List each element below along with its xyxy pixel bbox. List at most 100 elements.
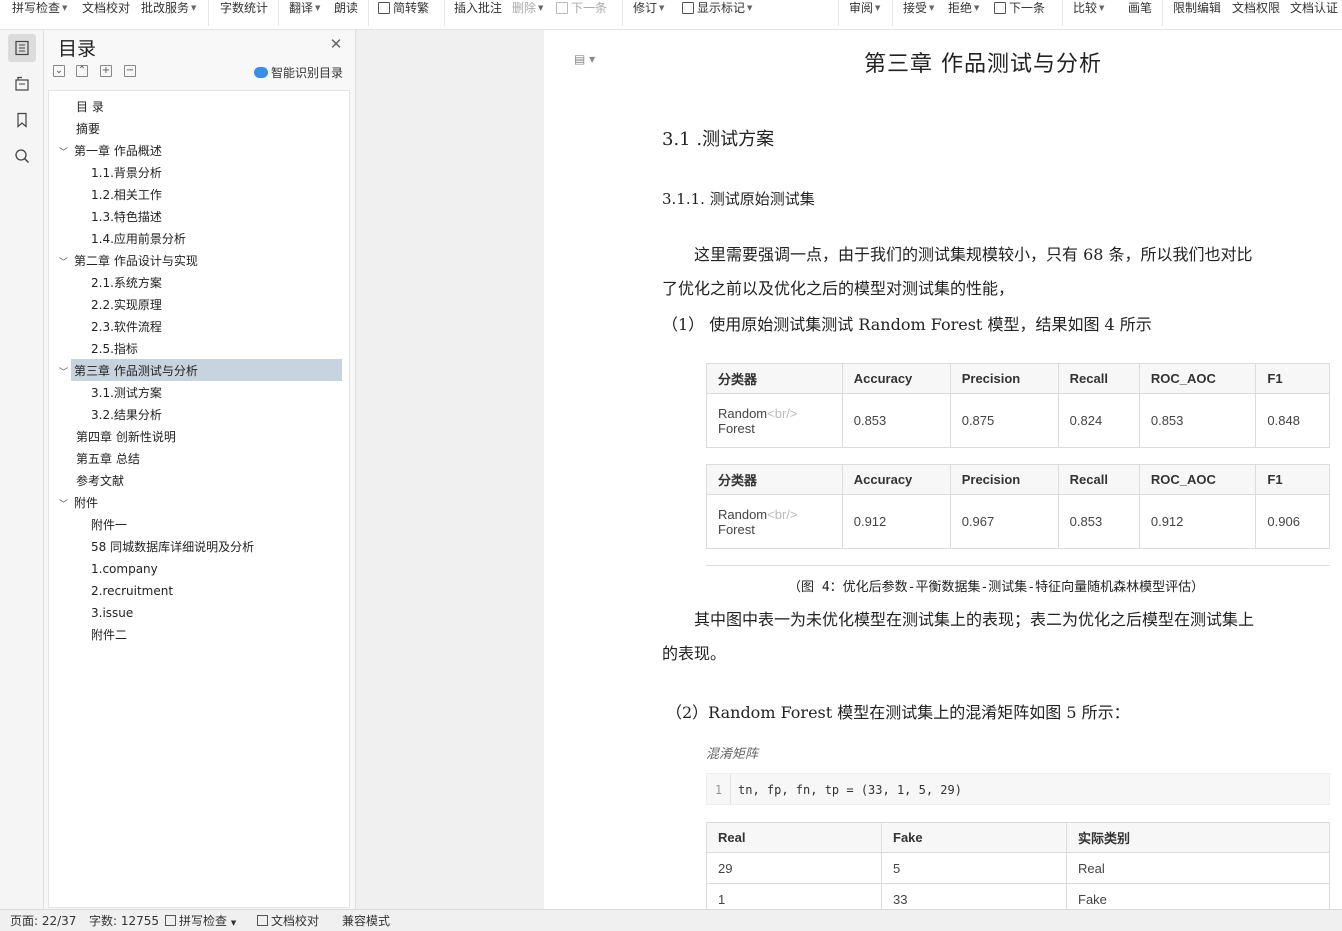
list-item: （1） 使用原始测试集测试 Random Forest 模型，结果如图 4 所示 (662, 315, 1152, 334)
next-change-button[interactable]: 下一条 (994, 0, 1045, 16)
toc-item-label: 1.3.特色描述 (91, 210, 162, 224)
toc-item[interactable]: 第四章 创新性说明 (76, 426, 176, 448)
paragraph-line: 了优化之前以及优化之后的模型对测试集的性能， (662, 279, 1015, 298)
figure-caption: （图 4：优化后参数-平衡数据集-测试集-特征向量随机森林模型评估） (788, 580, 1205, 595)
code-block[interactable]: 1 tn, fp, fn, tp = (33, 1, 5, 29) (706, 773, 1330, 805)
table-header: Accuracy (841, 464, 951, 495)
toc-item[interactable]: 58 同城数据库详细说明及分析 (91, 536, 254, 558)
toc-item[interactable]: 参考文献 (76, 470, 124, 492)
toc-item[interactable]: ﹀ 第一章 作品概述 (59, 140, 162, 162)
page-options-icon[interactable]: ▤ ▾ (574, 52, 595, 66)
show-markup-button[interactable]: 显示标记 ▼ (682, 0, 752, 16)
toc-item[interactable]: 1.company (91, 558, 158, 580)
document-certification-button[interactable]: 文档认证 (1290, 0, 1338, 16)
next-comment-button[interactable]: 下一条 (556, 0, 607, 16)
compare-button[interactable]: 比较 ▼ (1073, 0, 1104, 16)
toc-item[interactable]: 1.3.特色描述 (91, 206, 162, 228)
toc-item[interactable]: 2.recruitment (91, 580, 173, 602)
toc-item[interactable]: 附件一 (91, 514, 127, 536)
simplified-to-traditional-button[interactable]: 简转繁 (378, 0, 429, 16)
insert-comment-button[interactable]: 插入批注 (454, 0, 502, 16)
status-spell-check[interactable]: 拼写检查 ▼ (165, 913, 236, 931)
toc-item[interactable]: 第五章 总结 (76, 448, 140, 470)
toc-item[interactable]: 2.2.实现原理 (91, 294, 162, 316)
table-header: F1 (1255, 363, 1330, 394)
close-icon[interactable]: ✕ (329, 37, 343, 52)
table-header: Precision (949, 464, 1059, 495)
table-cell: 5 (881, 852, 1067, 884)
chevron-down-icon[interactable]: ﹀ (59, 252, 69, 274)
chevron-down-icon[interactable]: ﹀ (59, 362, 69, 384)
read-aloud-button[interactable]: 朗读 (334, 0, 358, 16)
table-header: Recall (1057, 363, 1140, 394)
toc-item[interactable]: 摘要 (76, 118, 100, 140)
word-count-button[interactable]: 字数统计 (220, 0, 268, 16)
toc-item[interactable]: ﹀ 第二章 作品设计与实现 (59, 250, 198, 272)
restrict-editing-button[interactable]: 限制编辑 (1173, 0, 1221, 16)
reject-button[interactable]: 拒绝 ▼ (948, 0, 979, 16)
toc-item[interactable]: 附件二 (91, 624, 127, 646)
document-proofread-button[interactable]: 文档校对 (82, 0, 130, 16)
toc-item[interactable]: 3.2.结果分析 (91, 404, 162, 426)
review-button[interactable]: 审阅 ▼ (849, 0, 880, 16)
toc-item[interactable]: 3.issue (91, 602, 133, 624)
document-permission-button[interactable]: 文档权限 (1232, 0, 1280, 16)
table-cell: 0.967 (949, 494, 1059, 549)
toc-item[interactable]: 3.1.测试方案 (91, 382, 162, 404)
pen-button[interactable]: 画笔 (1128, 0, 1152, 16)
accept-button[interactable]: 接受 ▼ (903, 0, 934, 16)
navigation-icon[interactable] (8, 70, 36, 98)
toc-item[interactable]: 2.3.软件流程 (91, 316, 162, 338)
correction-service-button[interactable]: 批改服务 ▼ (141, 0, 196, 16)
toc-item[interactable]: 2.5.指标 (91, 338, 138, 360)
review-toolbar: 拼写检查 ▼ 文档校对 批改服务 ▼ 字数统计 翻译 ▼ 朗读 简转繁 插入批注 删除… (0, 0, 1342, 30)
chevron-down-icon[interactable]: ﹀ (59, 142, 69, 164)
table-cell: 0.848 (1255, 393, 1330, 448)
smart-toc-button[interactable]: 智能识别目录 (254, 64, 343, 81)
toc-item[interactable]: ﹀ 第三章 作品测试与分析 (59, 360, 198, 382)
toc-panel: 目录 ✕ ⌄ ⌃ + − 智能识别目录 目 录摘要 ﹀ 第一章 作品概述 1.1.背景… (44, 30, 356, 909)
translate-button[interactable]: 翻译 ▼ (289, 0, 320, 16)
search-icon[interactable] (8, 142, 36, 170)
toc-item-label: 第五章 总结 (76, 452, 140, 466)
document-page[interactable]: ▤ ▾ 第三章 作品测试与分析 3.1 .测试方案 3.1.1. 测试原始测试集… (544, 30, 1342, 909)
page-indicator[interactable]: 页面: 22/37 (10, 913, 76, 929)
table-cell: 0.912 (1138, 494, 1257, 549)
spell-check-button[interactable]: 拼写检查 ▼ (12, 0, 67, 16)
collapse-all-icon[interactable]: ⌄ (53, 65, 65, 77)
chevron-down-icon[interactable]: ﹀ (59, 494, 69, 516)
toc-item-label: 1.company (91, 562, 158, 576)
delete-comment-button[interactable]: 删除 ▼ (512, 0, 543, 16)
convert-icon (378, 2, 390, 14)
table-header: Recall (1057, 464, 1140, 495)
toc-item-label: 1.1.背景分析 (91, 166, 162, 180)
word-count-indicator[interactable]: 字数: 12755 (89, 913, 159, 929)
toc-item-label: 3.1.测试方案 (91, 386, 162, 400)
toc-icon[interactable] (8, 34, 36, 62)
toc-item[interactable]: 2.1.系统方案 (91, 272, 162, 294)
table-row: Random<br/> Forest 0.912 0.967 0.853 0.91… (706, 494, 1330, 549)
table-cell: Random<br/> Forest (706, 494, 843, 549)
status-proofread[interactable]: 文档校对 (257, 913, 319, 929)
table-row: 29 5 Real (706, 852, 1330, 884)
toc-tree: 目 录摘要 ﹀ 第一章 作品概述 1.1.背景分析 1.2.相关工作 1.3.特色描述 1.… (48, 90, 350, 908)
expand-up-icon[interactable]: ⌃ (76, 65, 88, 77)
chapter-title: 第三章 作品测试与分析 (864, 52, 1102, 77)
code-line: tn, fp, fn, tp = (33, 1, 5, 29) (738, 783, 962, 797)
remove-heading-icon[interactable]: − (124, 65, 136, 77)
toc-item[interactable]: 1.1.背景分析 (91, 162, 162, 184)
toc-item[interactable]: 目 录 (76, 96, 104, 118)
paragraph-line: 这里需要强调一点，由于我们的测试集规模较小，只有 68 条，所以我们也对比 (694, 245, 1253, 264)
table-row: Random<br/> Forest 0.853 0.875 0.824 0.85… (706, 393, 1330, 448)
toc-item[interactable]: 1.2.相关工作 (91, 184, 162, 206)
side-rail (0, 30, 44, 909)
toc-item[interactable]: ﹀ 附件 (59, 492, 98, 514)
table-header: 分类器 (706, 464, 843, 495)
add-heading-icon[interactable]: + (100, 65, 112, 77)
bookmark-icon[interactable] (8, 106, 36, 134)
table-header: 分类器 (706, 363, 843, 394)
toc-item[interactable]: 1.4.应用前景分析 (91, 228, 186, 250)
track-changes-button[interactable]: 修订 ▼ (633, 0, 664, 16)
table-header: Real (706, 822, 882, 853)
section-heading: 3.1 .测试方案 (662, 129, 775, 150)
